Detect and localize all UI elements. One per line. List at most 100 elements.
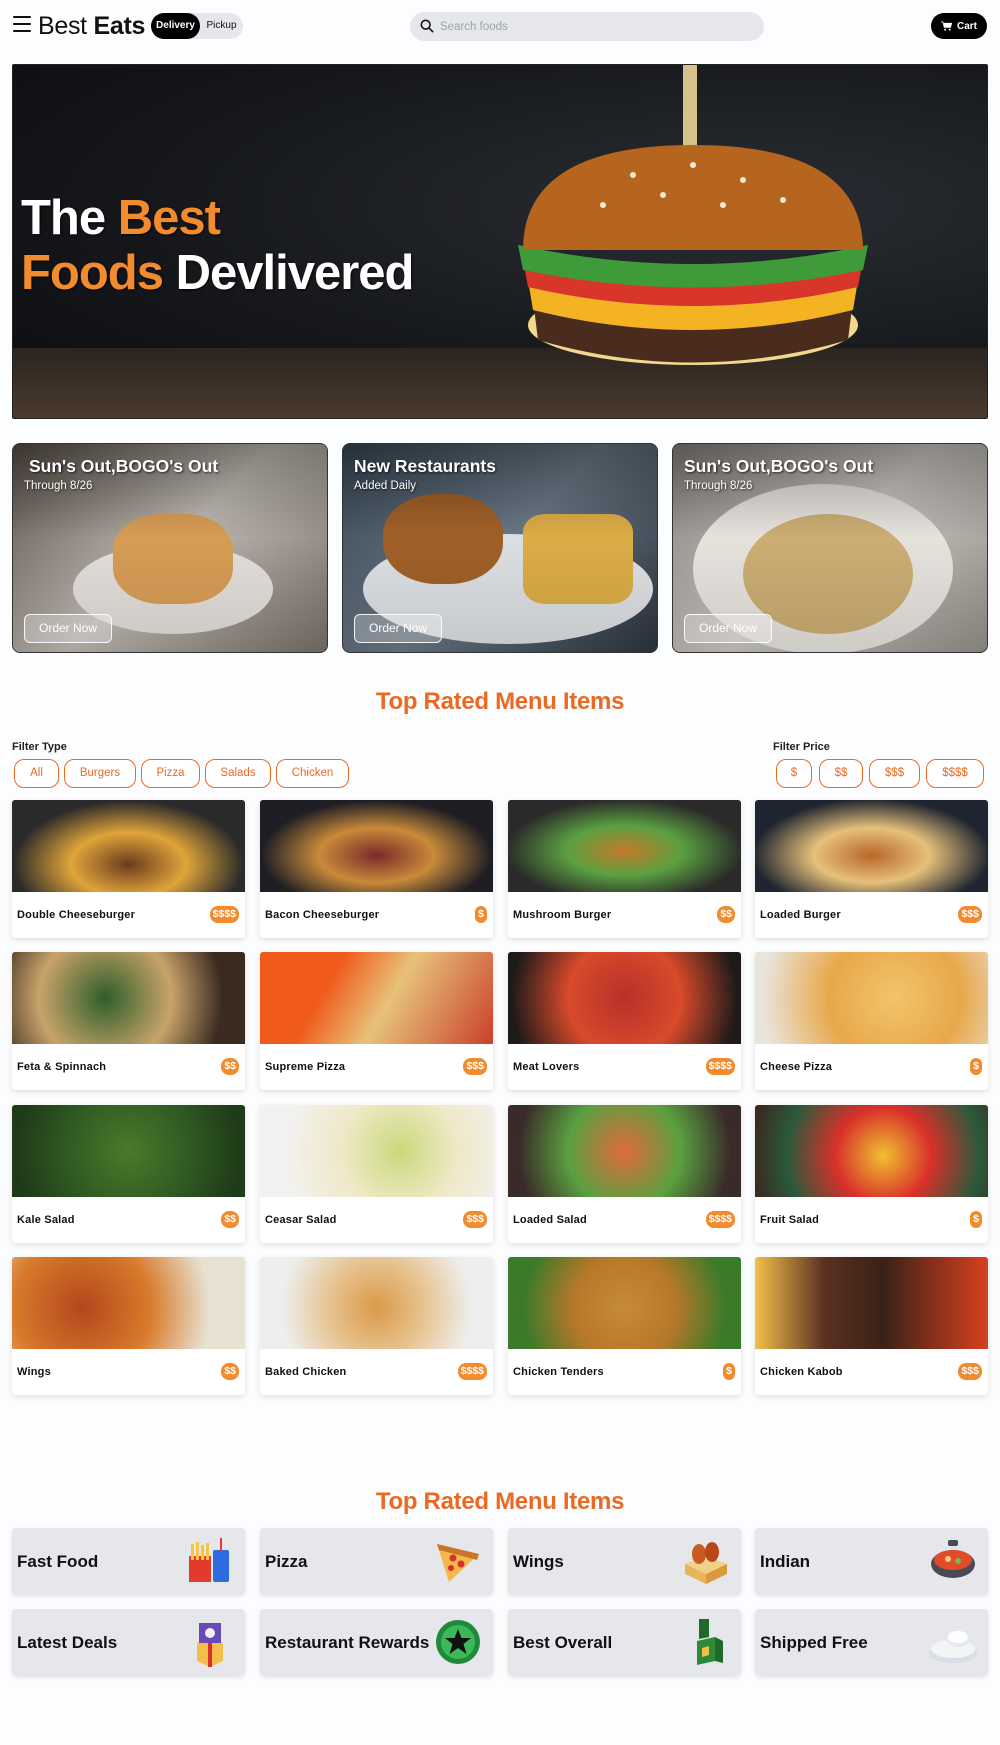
- menu-item-image: [508, 800, 741, 892]
- menu-item-price-badge: $$: [221, 1363, 239, 1380]
- category-name: Pizza: [265, 1552, 308, 1571]
- menu-item-image: [260, 800, 493, 892]
- menu-item-name: Supreme Pizza: [265, 1061, 346, 1073]
- menu-item-card[interactable]: Mushroom Burger $$: [508, 800, 741, 938]
- delivery-pickup-toggle: Delivery Pickup: [151, 13, 243, 39]
- hero-headline: The Best Foods Devlivered: [21, 191, 414, 301]
- menu-item-name: Loaded Salad: [513, 1214, 587, 1226]
- category-card[interactable]: Restaurant Rewards: [260, 1609, 493, 1675]
- search-bar: [410, 12, 764, 41]
- promo-card-new-restaurants[interactable]: New Restaurants Added Daily Order Now: [342, 443, 658, 653]
- menu-item-name: Baked Chicken: [265, 1366, 347, 1378]
- menu-item-card[interactable]: Kale Salad $$: [12, 1105, 245, 1243]
- menu-item-name: Meat Lovers: [513, 1061, 580, 1073]
- hero-headline-line1: The Best: [21, 191, 221, 245]
- category-name: Best Overall: [513, 1633, 613, 1652]
- menu-item-price-badge: $$: [221, 1211, 239, 1228]
- category-card[interactable]: Shipped Free: [755, 1609, 988, 1675]
- category-name: Fast Food: [17, 1552, 99, 1571]
- menu-item-name: Double Cheeseburger: [17, 909, 136, 921]
- promo-card-pasta[interactable]: Sun's Out,BOGO's Out Through 8/26 Order …: [672, 443, 988, 653]
- delivery-option[interactable]: Delivery: [151, 13, 200, 39]
- menu-item-name: Feta & Spinnach: [17, 1061, 107, 1073]
- menu-item-image: [12, 1257, 245, 1349]
- menu-item-image: [508, 952, 741, 1044]
- menu-item-price-badge: $$$$: [457, 1363, 487, 1380]
- filter-type-salads[interactable]: Salads: [205, 759, 271, 788]
- filter-type-all[interactable]: All: [14, 759, 59, 788]
- promo-title: New Restaurants: [354, 456, 496, 476]
- menu-item-image: [12, 800, 245, 892]
- menu-item-price-badge: $$: [221, 1058, 239, 1075]
- menu-section-title: Top Rated Menu Items: [375, 688, 625, 715]
- menu-item-price-badge: $$$: [958, 906, 982, 923]
- category-card[interactable]: Indian: [755, 1528, 988, 1594]
- category-card[interactable]: Pizza: [260, 1528, 493, 1594]
- category-name: Restaurant Rewards: [265, 1633, 430, 1652]
- top-navigation-bar: Best Eats Delivery Pickup Cart: [0, 0, 1000, 52]
- plates-icon: [926, 1615, 980, 1669]
- menu-item-name: Wings: [17, 1366, 51, 1378]
- filter-price-2[interactable]: $$: [819, 759, 863, 788]
- menu-item-price-badge: $$$$: [209, 906, 239, 923]
- menu-item-price-badge: $: [970, 1058, 982, 1075]
- order-now-button[interactable]: Order Now: [24, 614, 112, 643]
- menu-item-name: Chicken Tenders: [513, 1366, 604, 1378]
- menu-item-price-badge: $$$: [958, 1363, 982, 1380]
- brand-logo[interactable]: Best Eats: [38, 12, 145, 41]
- hero-burger-image: [518, 65, 868, 365]
- cart-icon: [941, 21, 952, 31]
- category-name: Latest Deals: [17, 1633, 118, 1652]
- category-name: Indian: [760, 1552, 811, 1571]
- trophy-bottle-icon: [679, 1615, 733, 1669]
- menu-item-image: [260, 952, 493, 1044]
- menu-item-card[interactable]: Wings $$: [12, 1257, 245, 1395]
- search-input[interactable]: [440, 12, 755, 41]
- menu-item-card[interactable]: Fruit Salad $: [755, 1105, 988, 1243]
- category-card[interactable]: Latest Deals: [12, 1609, 245, 1675]
- menu-item-card[interactable]: Feta & Spinnach $$: [12, 952, 245, 1090]
- order-now-button[interactable]: Order Now: [684, 614, 772, 643]
- menu-item-card[interactable]: Supreme Pizza $$$: [260, 952, 493, 1090]
- menu-item-card[interactable]: Chicken Tenders $: [508, 1257, 741, 1395]
- menu-item-price-badge: $: [970, 1211, 982, 1228]
- menu-item-card[interactable]: Loaded Burger $$$: [755, 800, 988, 938]
- menu-item-card[interactable]: Double Cheeseburger $$$$: [12, 800, 245, 938]
- filter-price-1[interactable]: $: [776, 759, 812, 788]
- promo-card-pancakes[interactable]: Sun's Out,BOGO's Out Through 8/26 Order …: [12, 443, 328, 653]
- menu-item-image: [260, 1257, 493, 1349]
- menu-item-card[interactable]: Ceasar Salad $$$: [260, 1105, 493, 1243]
- wings-box-icon: [679, 1534, 733, 1588]
- filter-type-burgers[interactable]: Burgers: [64, 759, 136, 788]
- category-section-title: Top Rated Menu Items: [375, 1488, 625, 1515]
- menu-item-name: Mushroom Burger: [513, 909, 612, 921]
- menu-item-price-badge: $: [475, 906, 487, 923]
- menu-item-price-badge: $$$$: [705, 1211, 735, 1228]
- menu-item-card[interactable]: Bacon Cheeseburger $: [260, 800, 493, 938]
- category-card[interactable]: Fast Food: [12, 1528, 245, 1594]
- menu-item-price-badge: $$$: [463, 1058, 487, 1075]
- menu-item-card[interactable]: Cheese Pizza $: [755, 952, 988, 1090]
- filter-price-3[interactable]: $$$: [869, 759, 920, 788]
- promo-subtitle: Through 8/26: [684, 480, 753, 492]
- filter-type-pizza[interactable]: Pizza: [141, 759, 200, 788]
- menu-item-card[interactable]: Meat Lovers $$$$: [508, 952, 741, 1090]
- hero-headline-line2: Foods Devlivered: [21, 246, 414, 300]
- category-card[interactable]: Wings: [508, 1528, 741, 1594]
- menu-item-card[interactable]: Chicken Kabob $$$: [755, 1257, 988, 1395]
- menu-item-price-badge: $$: [717, 906, 735, 923]
- menu-item-card[interactable]: Baked Chicken $$$$: [260, 1257, 493, 1395]
- pickup-option[interactable]: Pickup: [200, 13, 243, 39]
- menu-item-card[interactable]: Loaded Salad $$$$: [508, 1105, 741, 1243]
- curry-pot-icon: [926, 1534, 980, 1588]
- hamburger-menu-icon[interactable]: [13, 16, 31, 32]
- order-now-button[interactable]: Order Now: [354, 614, 442, 643]
- menu-item-image: [755, 1257, 988, 1349]
- search-icon: [420, 19, 434, 33]
- menu-item-image: [12, 1105, 245, 1197]
- cart-label: Cart: [956, 20, 977, 32]
- filter-type-chicken[interactable]: Chicken: [276, 759, 349, 788]
- category-card[interactable]: Best Overall: [508, 1609, 741, 1675]
- filter-price-4[interactable]: $$$$: [926, 759, 984, 788]
- cart-button[interactable]: Cart: [931, 13, 987, 39]
